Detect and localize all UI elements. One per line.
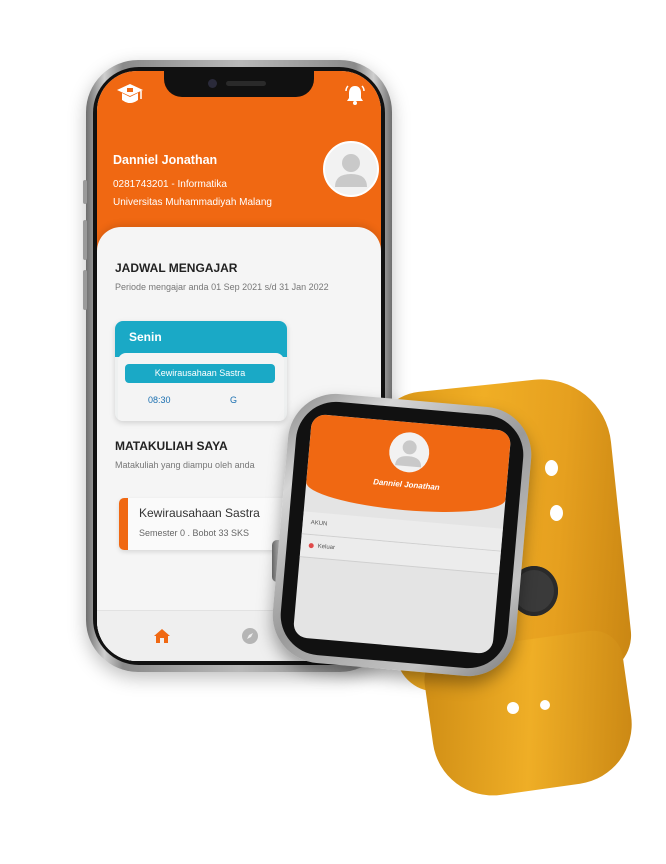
watch-avatar[interactable] [387, 430, 431, 474]
watch-profile-header: Danniel Jonathan [304, 413, 512, 519]
avatar[interactable] [323, 141, 379, 197]
phone-volume-down [83, 270, 87, 310]
watch-menu: AKUN Keluar [299, 511, 503, 575]
user-name: Danniel Jonathan [113, 153, 218, 167]
compass-icon[interactable] [241, 627, 259, 645]
watch-screen: Danniel Jonathan AKUN Keluar [292, 413, 512, 655]
phone-mute-switch [83, 180, 87, 204]
graduation-cap-icon [117, 84, 143, 103]
user-silhouette-icon [335, 154, 367, 187]
schedule-course-pill[interactable]: Kewirausahaan Sastra [125, 364, 275, 383]
profile-header: Danniel Jonathan 0281743201 - Informatik… [97, 71, 381, 251]
phone-volume-up [83, 220, 87, 260]
courses-subtitle: Matakuliah yang diampu oleh anda [115, 460, 255, 470]
strap-hole [540, 700, 550, 710]
courses-title: MATAKULIAH SAYA [115, 439, 228, 453]
smartwatch-device: Danniel Jonathan AKUN Keluar [268, 389, 536, 681]
day-header: Senin [115, 321, 287, 357]
home-icon[interactable] [153, 627, 171, 645]
user-id-major: 0281743201 - Informatika [113, 179, 227, 190]
user-university: Universitas Muhammadiyah Malang [113, 197, 272, 208]
schedule-period: Periode mengajar anda 01 Sep 2021 s/d 31… [115, 282, 329, 292]
notification-bell-icon[interactable] [343, 83, 367, 107]
day-body: Kewirausahaan Sastra 08:30 G [118, 353, 284, 421]
watch-user-name: Danniel Jonathan [372, 477, 441, 493]
phone-notch [164, 71, 314, 97]
watch-menu-label: AKUN [310, 520, 328, 528]
schedule-day-card[interactable]: Senin Kewirausahaan Sastra 08:30 G [115, 321, 287, 421]
logout-icon [308, 542, 314, 549]
course-details: Semester 0 . Bobot 33 SKS [139, 528, 250, 538]
schedule-title: JADWAL MENGAJAR [115, 261, 238, 275]
schedule-room: G [230, 395, 238, 405]
strap-hole [550, 505, 563, 521]
strap-hole [545, 460, 558, 476]
front-camera [208, 79, 217, 88]
strap-hole [507, 702, 519, 714]
user-silhouette-icon [395, 440, 421, 468]
earpiece-speaker [226, 81, 266, 86]
course-accent-bar [119, 498, 128, 550]
day-label: Senin [129, 330, 162, 344]
schedule-time: 08:30 [148, 395, 171, 405]
course-name: Kewirausahaan Sastra [139, 506, 260, 520]
watch-menu-label: Keluar [317, 543, 336, 552]
